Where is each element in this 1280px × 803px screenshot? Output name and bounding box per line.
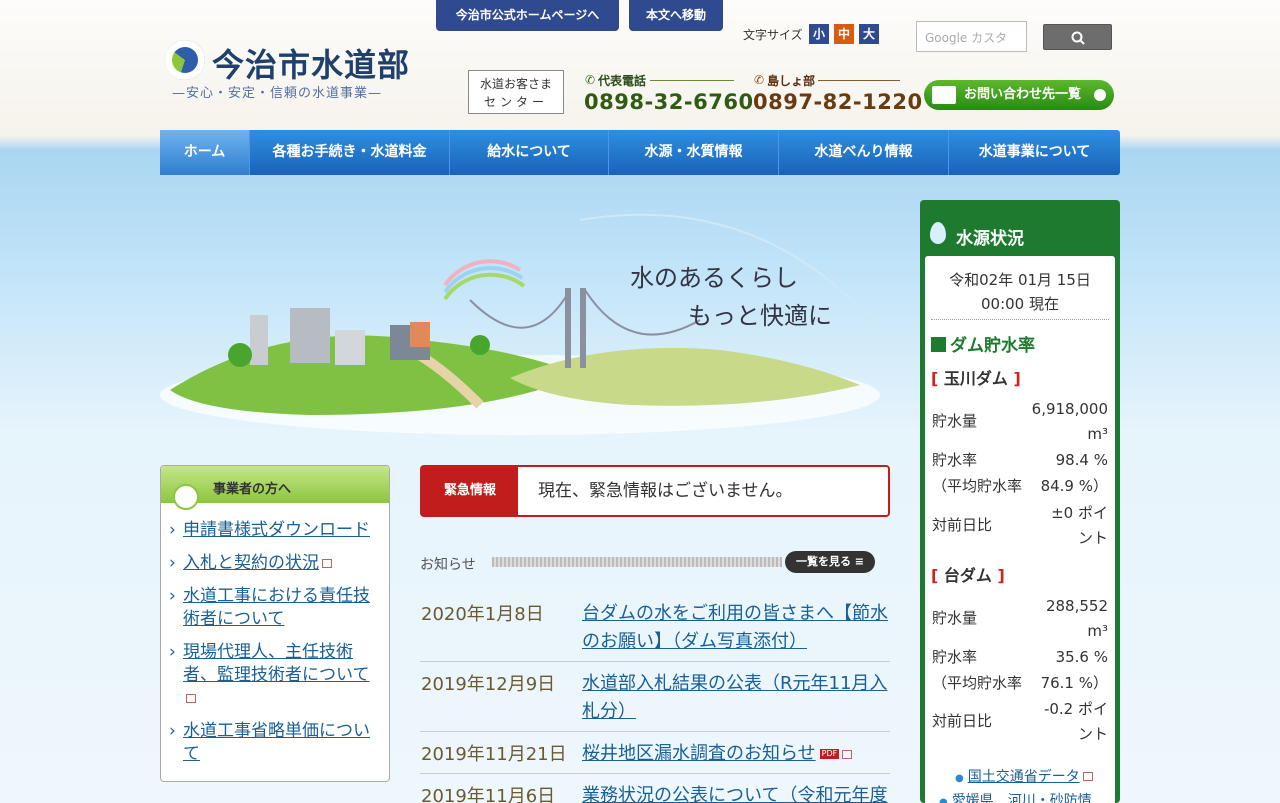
news-date: 2020年1月8日 bbox=[421, 604, 544, 625]
emergency-text: 現在、緊急情報はございません。 bbox=[538, 481, 793, 501]
dam-name: [ 台ダム ] bbox=[931, 566, 1005, 585]
customer-center-badge: 水道お客さま センター bbox=[468, 70, 564, 114]
customer-center-line2: センター bbox=[483, 95, 548, 109]
phone-icon: ✆ bbox=[585, 73, 596, 87]
business-link[interactable]: 水道工事省略単価について bbox=[169, 720, 381, 766]
contact-list-button[interactable]: お問い合わせ先一覧 bbox=[924, 80, 1114, 110]
hero-illustration: 水のあるくらし もっと快適に bbox=[160, 200, 890, 450]
nav-about[interactable]: 水道事業について bbox=[949, 130, 1120, 175]
phone-icon: ✆ bbox=[754, 73, 765, 87]
divider bbox=[650, 80, 734, 81]
contact-list-label: お問い合わせ先一覧 bbox=[964, 87, 1082, 102]
news-date: 2019年11月21日 bbox=[421, 744, 567, 765]
news-date: 2019年11月6日 bbox=[421, 786, 556, 803]
skip-to-content-link[interactable]: 本文へ移動 bbox=[629, 0, 723, 31]
dam-volume-row: 貯水量 288,552 m³ bbox=[932, 597, 1108, 640]
search-icon bbox=[1071, 31, 1085, 45]
water-link-row: 愛媛県 河川・砂防情 bbox=[939, 790, 1092, 803]
news-title-link[interactable]: 台ダムの水をご利用の皆さまへ【節水のお願い】（ダム写真添付） bbox=[582, 600, 888, 661]
nav-water-supply[interactable]: 給水について bbox=[450, 130, 609, 175]
news-heading: お知らせ bbox=[420, 557, 476, 573]
dam-diff-row: 対前日比 ±0 ポイ ント bbox=[932, 504, 1108, 547]
water-time: 00:00 現在 bbox=[981, 295, 1059, 313]
logo-icon[interactable] bbox=[165, 40, 205, 80]
water-source-panel: 水源状況 令和02年 01月 15日 00:00 現在 ダム貯水率 [ 玉川ダム… bbox=[920, 200, 1120, 803]
main-phone-number: 0898-32-6760 bbox=[584, 90, 754, 114]
news-item: 2019年11月6日 業務状況の公表について（令和元年度 bbox=[420, 774, 890, 803]
island-phone-number: 0897-82-1220 bbox=[753, 90, 923, 114]
business-link[interactable]: 入札と契約の状況 bbox=[169, 552, 381, 575]
news-item: 2019年12月9日 水道部入札結果の公表（R元年11月入札分） bbox=[420, 662, 890, 732]
emergency-tag: 緊急情報 bbox=[422, 467, 518, 515]
wrench-icon bbox=[173, 484, 199, 510]
logo-subtitle: —安心・安定・信頼の水道事業— bbox=[172, 86, 383, 101]
font-size-small-button[interactable]: 小 bbox=[809, 24, 829, 44]
dam-name: [ 玉川ダム ] bbox=[931, 369, 1021, 388]
nav-home[interactable]: ホーム bbox=[160, 130, 250, 175]
emergency-box: 緊急情報 現在、緊急情報はございません。 bbox=[420, 465, 890, 517]
water-source-body: 令和02年 01月 15日 00:00 現在 ダム貯水率 [ 玉川ダム ] 貯水… bbox=[925, 256, 1115, 803]
external-link-icon bbox=[186, 693, 196, 703]
water-link-row: 国土交通省データ bbox=[955, 766, 1093, 786]
external-link-icon bbox=[842, 749, 853, 759]
divider bbox=[818, 80, 900, 81]
logo-title[interactable]: 今治市水道部 bbox=[212, 40, 410, 86]
business-heading: 事業者の方へ bbox=[161, 466, 389, 510]
dam-diff-row: 対前日比 -0.2 ポイ ント bbox=[932, 700, 1108, 743]
main-phone-label: 代表電話 bbox=[598, 74, 647, 88]
external-link-icon bbox=[1082, 772, 1093, 781]
font-size-large-button[interactable]: 大 bbox=[859, 24, 879, 44]
search-input[interactable]: Google カスタ bbox=[916, 21, 1027, 52]
ehime-river-link[interactable]: 愛媛県 河川・砂防情 bbox=[939, 793, 1092, 803]
news-title-link[interactable]: 業務状況の公表について（令和元年度 bbox=[582, 782, 888, 803]
news-title-link[interactable]: 水道部入札結果の公表（R元年11月入札分） bbox=[582, 670, 888, 731]
global-nav: ホーム 各種お手続き・水道料金 給水について 水源・水質情報 水道べんり情報 水… bbox=[160, 130, 1120, 175]
business-link[interactable]: 申請書様式ダウンロード bbox=[169, 519, 381, 542]
news-more-button[interactable]: 一覧を見る ≡ bbox=[785, 551, 875, 573]
pdf-icon: PDF bbox=[819, 749, 840, 759]
island-phone-label: 島しょ部 bbox=[767, 74, 816, 88]
city-homepage-link[interactable]: 今治市公式ホームページへ bbox=[436, 0, 619, 31]
water-source-title: 水源状況 bbox=[956, 229, 1024, 249]
news-heading-bar bbox=[492, 557, 782, 567]
nav-procedures[interactable]: 各種お手続き・水道料金 bbox=[250, 130, 450, 175]
water-date: 令和02年 01月 15日 bbox=[949, 271, 1091, 289]
search-button[interactable] bbox=[1043, 24, 1112, 50]
business-heading-text: 事業者の方へ bbox=[213, 482, 292, 497]
news-title-link[interactable]: 桜井地区漏水調査のお知らせ bbox=[582, 743, 816, 764]
dam-volume-row: 貯水量 6,918,000 m³ bbox=[932, 400, 1108, 443]
external-link-icon bbox=[322, 558, 332, 568]
business-panel: 事業者の方へ 申請書様式ダウンロード 入札と契約の状況 水道工事における責任技術… bbox=[160, 465, 390, 782]
dam-rate-heading: ダム貯水率 bbox=[931, 331, 1035, 356]
news-item: 2019年11月21日 桜井地区漏水調査のお知らせ PDF bbox=[420, 732, 890, 774]
hero-line1: 水のあるくらし bbox=[630, 264, 798, 292]
font-size-label: 文字サイズ bbox=[743, 28, 803, 42]
nav-useful-info[interactable]: 水道べんり情報 bbox=[779, 130, 949, 175]
news-item: 2020年1月8日 台ダムの水をご利用の皆さまへ【節水のお願い】（ダム写真添付） bbox=[420, 592, 890, 662]
customer-center-line1: 水道お客さま bbox=[479, 77, 552, 91]
hero-line2: もっと快適に bbox=[688, 302, 832, 330]
font-size-medium-button[interactable]: 中 bbox=[834, 24, 854, 44]
water-timestamp: 令和02年 01月 15日 00:00 現在 bbox=[931, 256, 1109, 320]
business-link[interactable]: 水道工事における責任技術者について bbox=[169, 585, 381, 631]
water-drop-icon bbox=[930, 222, 946, 244]
arrow-icon bbox=[1094, 89, 1106, 101]
mail-icon bbox=[932, 86, 956, 104]
news-date: 2019年12月9日 bbox=[421, 674, 556, 695]
business-link[interactable]: 現場代理人、主任技術者、監理技術者について bbox=[169, 641, 381, 710]
nav-water-source[interactable]: 水源・水質情報 bbox=[609, 130, 779, 175]
mlit-data-link[interactable]: 国土交通省データ bbox=[955, 769, 1080, 785]
